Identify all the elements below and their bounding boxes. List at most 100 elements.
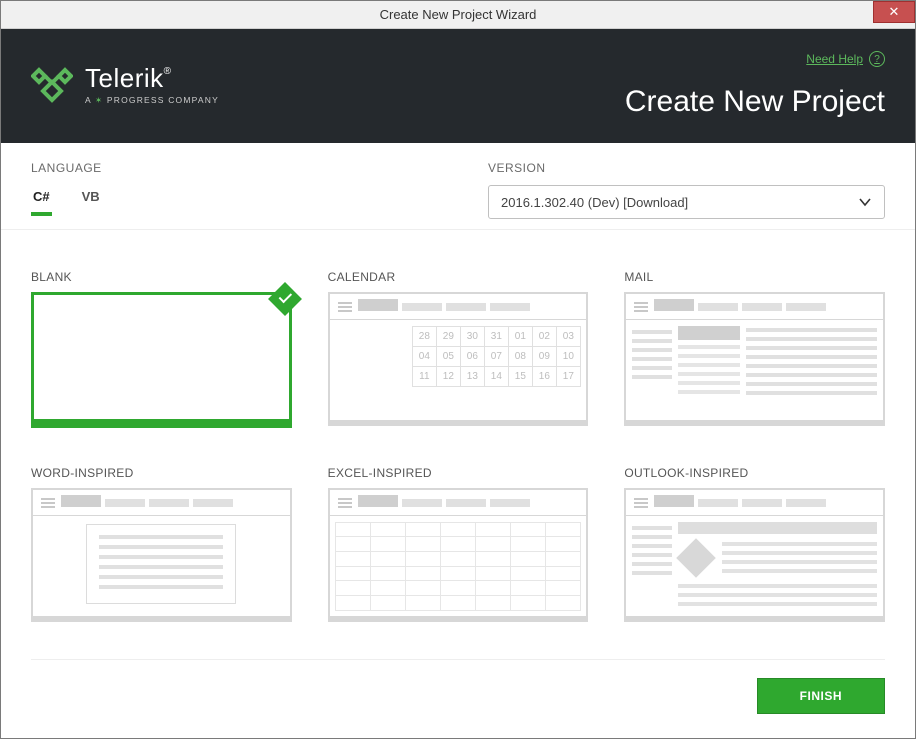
- spreadsheet-cell: [545, 580, 581, 596]
- template-label: MAIL: [624, 270, 885, 284]
- titlebar: Create New Project Wizard ✕: [1, 1, 915, 29]
- spreadsheet-cell: [405, 580, 441, 596]
- wireframe-header: [626, 294, 883, 320]
- spreadsheet-cell: [370, 522, 406, 538]
- version-label: VERSION: [488, 161, 885, 175]
- template-preview: [31, 488, 292, 618]
- wizard-window: Create New Project Wizard ✕ Telerik®: [0, 0, 916, 739]
- template-label: CALENDAR: [328, 270, 589, 284]
- calendar-cell: 13: [460, 366, 485, 387]
- spreadsheet-cell: [475, 580, 511, 596]
- wireframe-header: [330, 490, 587, 516]
- calendar-cell: 29: [436, 326, 461, 347]
- version-selected-value: 2016.1.302.40 (Dev) [Download]: [501, 195, 688, 210]
- calendar-cell: 01: [508, 326, 533, 347]
- template-preview: 2829303101020304050607080910111213141516…: [328, 292, 589, 422]
- hamburger-icon: [41, 498, 55, 508]
- spreadsheet-cell: [440, 551, 476, 567]
- brand-tagline: A ✶ PROGRESS COMPANY: [85, 95, 219, 106]
- template-preview: [328, 488, 589, 618]
- window-title: Create New Project Wizard: [380, 7, 537, 22]
- language-tab-csharp[interactable]: C#: [31, 185, 52, 216]
- spreadsheet-cell: [475, 536, 511, 552]
- spreadsheet-cell: [440, 595, 476, 611]
- logo: Telerik® A ✶ PROGRESS COMPANY: [31, 65, 219, 106]
- checkmark-icon: [268, 282, 302, 316]
- hamburger-icon: [634, 302, 648, 312]
- version-select[interactable]: 2016.1.302.40 (Dev) [Download]: [488, 185, 885, 219]
- spreadsheet-cell: [370, 580, 406, 596]
- calendar-cell: 12: [436, 366, 461, 387]
- spreadsheet-cell: [335, 595, 371, 611]
- language-label: LANGUAGE: [31, 161, 428, 175]
- language-tab-vb[interactable]: VB: [80, 185, 102, 216]
- language-tabs: C# VB: [31, 185, 428, 216]
- hamburger-icon: [338, 498, 352, 508]
- calendar-cell: 28: [412, 326, 437, 347]
- close-button[interactable]: ✕: [873, 1, 915, 23]
- spreadsheet-cell: [335, 522, 371, 538]
- help-link-label: Need Help: [806, 52, 863, 66]
- calendar-cell: 08: [508, 346, 533, 367]
- help-link[interactable]: Need Help ?: [806, 51, 885, 67]
- spreadsheet-cell: [510, 522, 546, 538]
- spreadsheet-cell: [510, 580, 546, 596]
- hamburger-icon: [634, 498, 648, 508]
- spreadsheet-cell: [370, 536, 406, 552]
- spreadsheet-cell: [475, 566, 511, 582]
- calendar-cell: 10: [556, 346, 581, 367]
- templates-grid: BLANK CALENDAR 2829303101020304050607080…: [1, 230, 915, 638]
- spreadsheet-cell: [440, 536, 476, 552]
- spreadsheet-grid: [336, 522, 581, 610]
- template-word[interactable]: WORD-INSPIRED: [31, 466, 292, 618]
- spreadsheet-cell: [545, 595, 581, 611]
- calendar-grid: 2829303101020304050607080910111213141516…: [412, 326, 580, 386]
- spreadsheet-cell: [545, 566, 581, 582]
- header: Telerik® A ✶ PROGRESS COMPANY Need Help …: [1, 29, 915, 143]
- language-group: LANGUAGE C# VB: [31, 161, 428, 219]
- spreadsheet-cell: [475, 595, 511, 611]
- footer: FINISH: [31, 659, 885, 738]
- spreadsheet-cell: [475, 551, 511, 567]
- calendar-cell: 04: [412, 346, 437, 367]
- template-label: WORD-INSPIRED: [31, 466, 292, 480]
- calendar-cell: 02: [532, 326, 557, 347]
- calendar-cell: 15: [508, 366, 533, 387]
- spreadsheet-cell: [510, 536, 546, 552]
- spreadsheet-cell: [440, 522, 476, 538]
- template-preview: [624, 488, 885, 618]
- template-blank[interactable]: BLANK: [31, 270, 292, 422]
- spreadsheet-cell: [335, 580, 371, 596]
- calendar-cell: 09: [532, 346, 557, 367]
- spreadsheet-cell: [545, 551, 581, 567]
- template-excel[interactable]: EXCEL-INSPIRED: [328, 466, 589, 618]
- star-icon: ✶: [95, 95, 103, 105]
- calendar-cell: 11: [412, 366, 437, 387]
- finish-button[interactable]: FINISH: [757, 678, 885, 714]
- telerik-logo-icon: [31, 66, 73, 104]
- template-calendar[interactable]: CALENDAR 2829303101020304050607080910111…: [328, 270, 589, 422]
- wireframe-header: [330, 294, 587, 320]
- spreadsheet-cell: [370, 566, 406, 582]
- calendar-cell: 31: [484, 326, 509, 347]
- spreadsheet-cell: [510, 566, 546, 582]
- spreadsheet-cell: [545, 536, 581, 552]
- spreadsheet-cell: [335, 551, 371, 567]
- header-right: Need Help ? Create New Project: [625, 51, 885, 119]
- wireframe-header: [33, 490, 290, 516]
- spreadsheet-cell: [510, 595, 546, 611]
- version-group: VERSION 2016.1.302.40 (Dev) [Download]: [488, 161, 885, 219]
- spreadsheet-cell: [405, 522, 441, 538]
- controls-row: LANGUAGE C# VB VERSION 2016.1.302.40 (De…: [1, 143, 915, 230]
- spreadsheet-cell: [405, 595, 441, 611]
- calendar-cell: 17: [556, 366, 581, 387]
- spreadsheet-cell: [440, 580, 476, 596]
- brand-name: Telerik: [85, 63, 164, 93]
- template-outlook[interactable]: OUTLOOK-INSPIRED: [624, 466, 885, 618]
- spreadsheet-cell: [405, 551, 441, 567]
- spreadsheet-cell: [405, 536, 441, 552]
- spreadsheet-cell: [335, 566, 371, 582]
- spreadsheet-cell: [475, 522, 511, 538]
- spreadsheet-cell: [335, 536, 371, 552]
- template-mail[interactable]: MAIL: [624, 270, 885, 422]
